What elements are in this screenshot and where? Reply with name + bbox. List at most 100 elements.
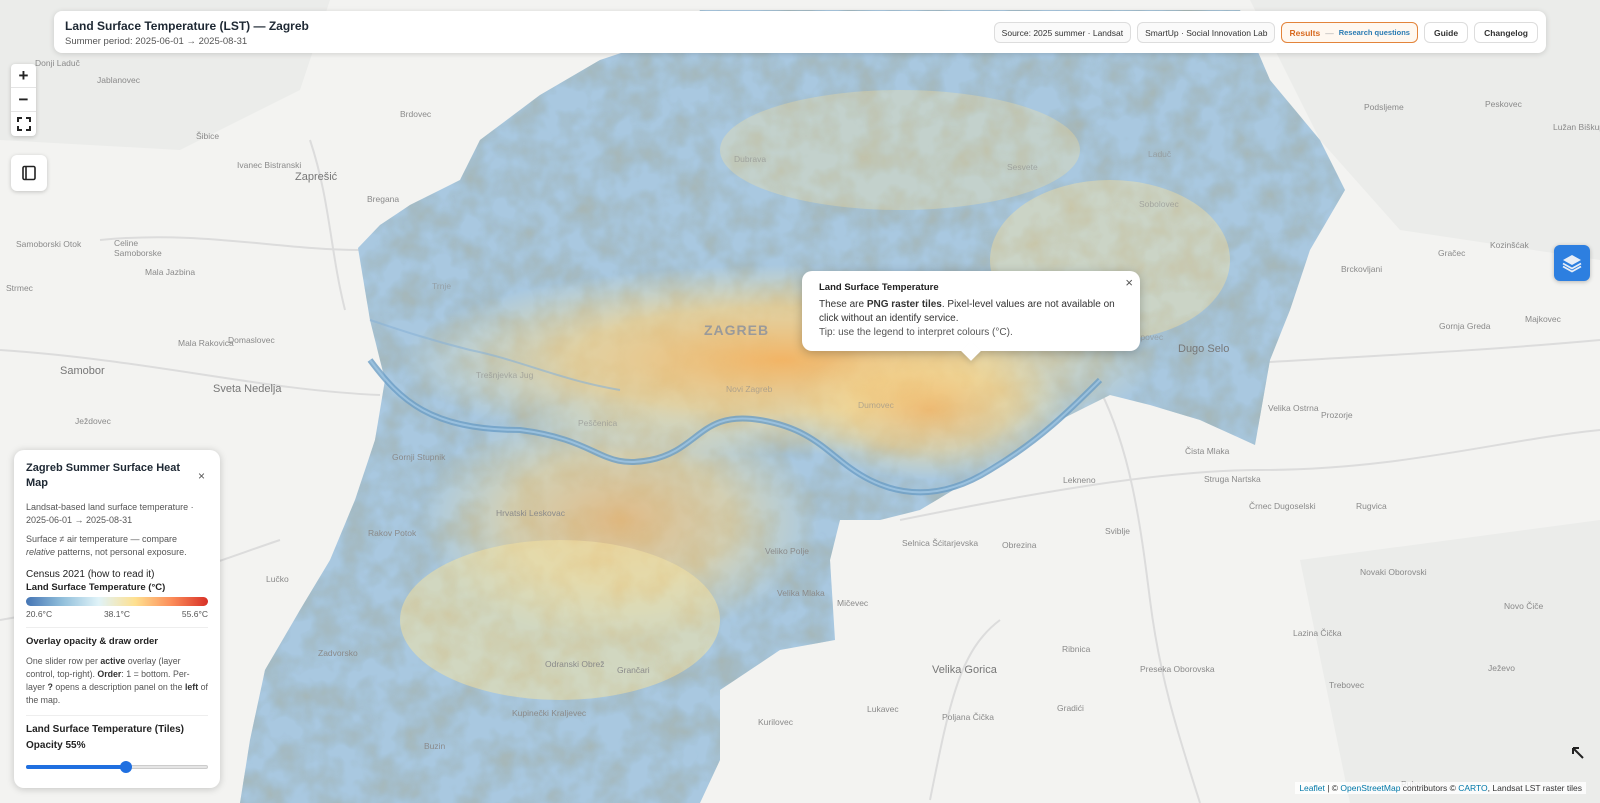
- panel-title: Zagreb Summer Surface Heat Map: [26, 462, 181, 489]
- place-label: Novo Čiče: [1504, 601, 1544, 611]
- place-label: Buzin: [424, 741, 446, 751]
- place-label: Sviblje: [1105, 526, 1131, 536]
- place-label: Selnica Šćitarjevska: [902, 538, 979, 548]
- zoom-in-button[interactable]: +: [11, 64, 36, 88]
- place-label: Domaslovec: [228, 335, 275, 345]
- place-label: Majkovec: [1525, 314, 1561, 324]
- zoom-out-button[interactable]: −: [11, 88, 36, 112]
- place-label: Brckovljani: [1341, 264, 1383, 274]
- place-label: Lekneno: [1063, 475, 1096, 485]
- panel-description: Landsat-based land surface temperature ·…: [26, 502, 194, 525]
- place-label: Kupinečki Kraljevec: [512, 708, 587, 718]
- popup-text: These are PNG raster tiles. Pixel-level …: [819, 299, 1115, 324]
- map-popup: × Land Surface Temperature These are PNG…: [802, 271, 1140, 351]
- map-attribution: Leaflet | © OpenStreetMap contributors ©…: [1295, 782, 1586, 794]
- results-label: Results: [1289, 27, 1321, 38]
- info-panel: Zagreb Summer Surface Heat Map × Landsat…: [14, 450, 220, 788]
- fullscreen-button[interactable]: [11, 112, 36, 136]
- place-label: Lazina Čička: [1293, 628, 1342, 638]
- place-label: Prozorje: [1321, 410, 1353, 420]
- place-label: Rakov Potok: [368, 528, 417, 538]
- panel-note: Surface ≠ air temperature — compare rela…: [26, 534, 187, 557]
- map-canvas[interactable]: ZAGREB Dugo Selo Velika Gorica Samobor S…: [0, 0, 1600, 803]
- place-label: Lužan Biškupečki: [1553, 122, 1600, 132]
- research-questions-label: Research questions: [1338, 28, 1410, 37]
- slider-fill: [26, 765, 127, 769]
- place-label: Podsljeme: [1364, 102, 1404, 112]
- leaflet-link[interactable]: Leaflet: [1299, 783, 1325, 793]
- place-label: Dubrava: [734, 154, 767, 164]
- popup-tip: Tip: use the legend to interpret colours…: [819, 327, 1013, 338]
- place-label: Lučko: [266, 574, 289, 584]
- legend-min: 20.6°C: [26, 609, 53, 619]
- place-label: Dugo Selo: [1178, 343, 1230, 355]
- description-panel-button[interactable]: [11, 155, 47, 191]
- lab-chip[interactable]: SmartUp · Social Innovation Lab: [1137, 22, 1276, 43]
- popup-title: Land Surface Temperature: [819, 282, 939, 293]
- place-label: Donji Laduč: [35, 58, 80, 68]
- legend-title: Land Surface Temperature (°C): [26, 582, 166, 593]
- expand-icon: [1572, 747, 1584, 759]
- place-label: Mala Rakovica: [178, 338, 234, 348]
- place-label: Zadvorsko: [318, 648, 358, 658]
- place-label: Obrezina: [1002, 540, 1037, 550]
- place-label: Sveta Nedelja: [213, 383, 282, 395]
- layers-icon: [1562, 255, 1582, 273]
- census-link[interactable]: Census 2021 (how to read it): [26, 569, 208, 580]
- osm-link[interactable]: OpenStreetMap: [1340, 783, 1400, 793]
- place-label: Gračec: [1438, 248, 1466, 258]
- fullscreen-icon: [16, 117, 31, 131]
- place-label: Gornja Greda: [1439, 321, 1491, 331]
- place-label: Novaki Oborovski: [1360, 567, 1427, 577]
- place-label: Brdovec: [400, 109, 432, 119]
- results-separator: —: [1325, 27, 1334, 38]
- place-label: Trešnjevka Jug: [476, 370, 534, 380]
- place-label: Samoborski Otok: [16, 239, 82, 249]
- slider-thumb[interactable]: [120, 761, 133, 773]
- place-label: Zaprešić: [295, 171, 338, 183]
- legend-ticks: 20.6°C 38.1°C 55.6°C: [26, 609, 208, 619]
- place-label: Poljana Čička: [942, 712, 994, 722]
- guide-button[interactable]: Guide: [1423, 22, 1469, 43]
- legend-color-ramp: [26, 597, 208, 606]
- place-label: Novi Zagreb: [726, 384, 773, 394]
- place-label: Ivanec Bistranski: [237, 160, 302, 170]
- place-label: Črnec Dugoselski: [1249, 501, 1316, 511]
- place-label: Trnje: [432, 281, 452, 291]
- place-label: Peskovec: [1485, 99, 1522, 109]
- opacity-slider[interactable]: [26, 760, 208, 774]
- place-label: Celine Samoborske: [114, 238, 162, 258]
- place-label: Velika Ostrna: [1268, 403, 1319, 413]
- zoom-control: + −: [11, 64, 36, 136]
- layer-name: Land Surface Temperature (Tiles): [26, 724, 185, 735]
- carto-link[interactable]: CARTO: [1458, 783, 1487, 793]
- panel-close-button[interactable]: ×: [198, 469, 205, 483]
- page-subtitle: Summer period: 2025-06-01 → 2025-08-31: [65, 36, 248, 47]
- place-label: Trebovec: [1329, 680, 1365, 690]
- place-label: Preseka Oborovska: [1140, 664, 1215, 674]
- place-label: Velika Mlaka: [777, 588, 825, 598]
- header-bar: Land Surface Temperature (LST) — Zagreb …: [54, 11, 1546, 53]
- place-label: Lukavec: [867, 704, 899, 714]
- changelog-button[interactable]: Changelog: [1474, 22, 1538, 43]
- place-label: Kozinšćak: [1490, 240, 1529, 250]
- place-label: Ribnica: [1062, 644, 1091, 654]
- place-label: Bregana: [367, 194, 400, 204]
- source-chip[interactable]: Source: 2025 summer · Landsat: [993, 22, 1132, 43]
- place-label: Veliko Polje: [765, 546, 809, 556]
- place-label: Laduč: [1148, 149, 1172, 159]
- divider: [26, 715, 208, 716]
- popup-close-button[interactable]: ×: [1125, 275, 1133, 290]
- place-label: Mičevec: [837, 598, 869, 608]
- header-chips: Source: 2025 summer · Landsat SmartUp · …: [993, 22, 1538, 43]
- place-label: Dumovec: [858, 400, 894, 410]
- place-label: Kurilovec: [758, 717, 793, 727]
- divider: [26, 627, 208, 628]
- book-icon: [22, 165, 36, 181]
- layer-control-button[interactable]: [1554, 245, 1590, 281]
- results-button[interactable]: Results — Research questions: [1281, 22, 1418, 43]
- place-label: Ježdovec: [75, 416, 111, 426]
- opacity-section-heading: Overlay opacity & draw order: [26, 636, 158, 647]
- expand-button[interactable]: [1571, 746, 1585, 763]
- place-label: ZAGREB: [704, 322, 770, 338]
